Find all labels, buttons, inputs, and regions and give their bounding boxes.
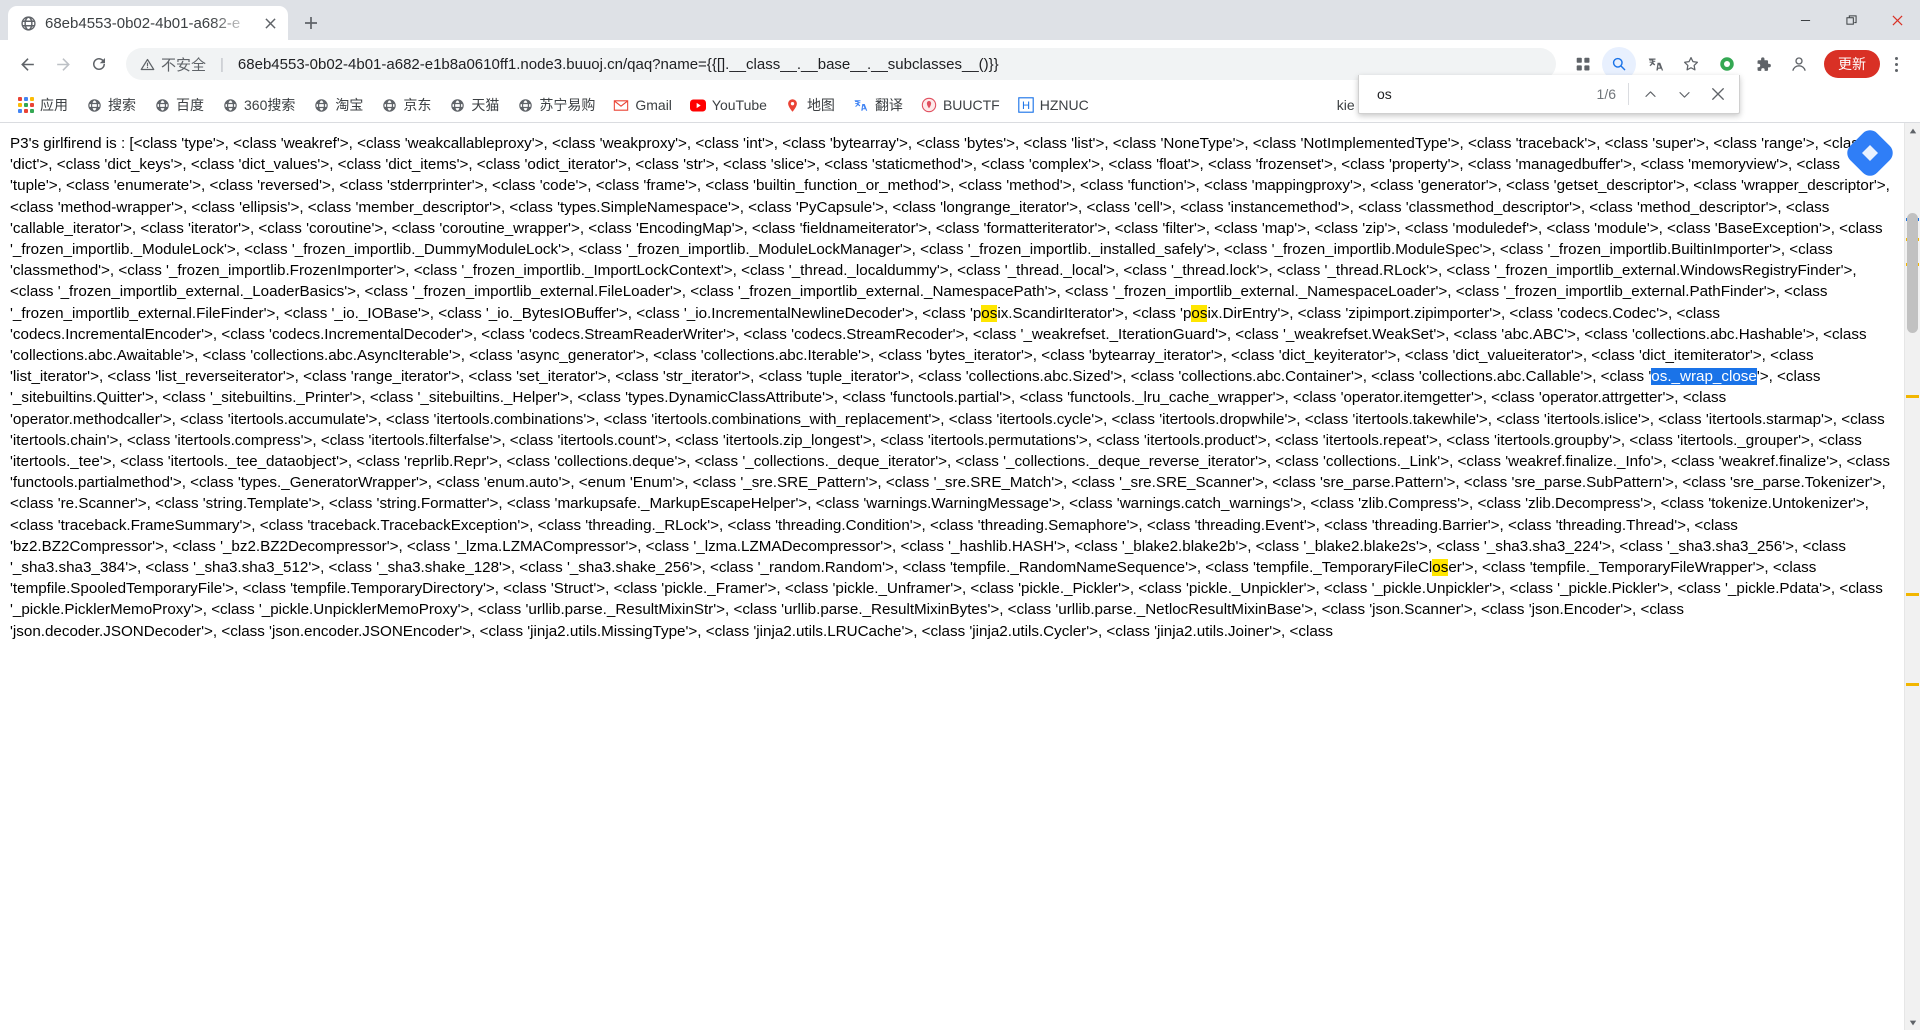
apps-grid-icon xyxy=(18,97,34,113)
extensions-puzzle-icon[interactable] xyxy=(1746,47,1780,81)
find-tickmark xyxy=(1906,593,1919,596)
page-float-widget-icon[interactable] xyxy=(1844,127,1896,179)
bookmark-label: 天猫 xyxy=(471,97,500,113)
find-bar: 1/6 xyxy=(1358,75,1740,114)
window-controls xyxy=(1782,0,1920,40)
bookmark-label: 百度 xyxy=(176,97,204,113)
page-content: P3's girlfirend is : [<class 'type'>, <c… xyxy=(0,123,1904,1030)
svg-text:H: H xyxy=(1022,100,1030,112)
find-tickmark xyxy=(1906,395,1919,398)
not-secure-indicator[interactable]: 不安全 xyxy=(140,54,206,75)
maps-icon xyxy=(785,97,801,113)
globe-icon xyxy=(20,15,37,32)
close-icon[interactable] xyxy=(260,13,280,33)
page-scrollbar[interactable] xyxy=(1904,123,1920,1030)
bookmark-label: YouTube xyxy=(711,97,767,113)
globe-icon xyxy=(449,97,465,113)
omnibox-divider: | xyxy=(220,55,224,73)
bookmark-label: 苏宁易购 xyxy=(539,97,596,113)
bookmark-label: 360搜索 xyxy=(244,97,296,113)
chevron-up-icon xyxy=(1644,90,1656,97)
globe-icon xyxy=(381,97,397,113)
bookmark-item-youtube[interactable]: YouTube xyxy=(682,93,775,117)
browser-window: 68eb4553-0b02-4b01-a682-e 不安全 | 68eb4553… xyxy=(0,0,1920,1030)
profile-avatar-icon[interactable] xyxy=(1782,47,1816,81)
globe-icon xyxy=(154,97,170,113)
scroll-up-arrow-icon[interactable] xyxy=(1905,123,1920,138)
bookmark-item-buuctf[interactable]: BUUCTF xyxy=(913,93,1008,117)
kebab-dot xyxy=(1894,56,1898,60)
bookmark-item[interactable]: 360搜索 xyxy=(214,91,303,119)
bookmark-label: Gmail xyxy=(635,97,672,113)
find-previous-button[interactable] xyxy=(1633,77,1667,111)
bookmark-label: kie xyxy=(1336,97,1355,113)
bookmark-label: 翻译 xyxy=(874,97,903,113)
update-button[interactable]: 更新 xyxy=(1824,50,1880,78)
find-next-button[interactable] xyxy=(1667,77,1701,111)
bookmark-item-translate[interactable]: 翻译 xyxy=(845,91,911,119)
bookmark-item[interactable]: 淘宝 xyxy=(305,91,371,119)
url-text: 68eb4553-0b02-4b01-a682-e1b8a0610ff1.nod… xyxy=(237,55,999,73)
new-tab-button[interactable] xyxy=(296,8,326,38)
scroll-down-arrow-icon[interactable] xyxy=(1905,1015,1920,1030)
close-window-button[interactable] xyxy=(1874,0,1920,40)
scrollbar-thumb[interactable] xyxy=(1907,213,1918,333)
security-text: 不安全 xyxy=(161,56,207,74)
update-label: 更新 xyxy=(1838,56,1866,72)
bookmark-label: HZNUC xyxy=(1039,97,1089,113)
find-match: os xyxy=(1191,304,1208,322)
bookmark-label: 京东 xyxy=(403,97,432,113)
globe-icon xyxy=(517,97,533,113)
browser-tab[interactable]: 68eb4553-0b02-4b01-a682-e xyxy=(8,6,288,40)
youtube-icon xyxy=(689,97,706,113)
bookmark-label: 淘宝 xyxy=(335,97,364,113)
tab-strip: 68eb4553-0b02-4b01-a682-e xyxy=(0,0,1920,40)
bookmark-label: 搜索 xyxy=(108,97,136,113)
warning-triangle-icon xyxy=(140,58,155,70)
bookmark-label: BUUCTF xyxy=(942,97,1000,113)
find-tickmark xyxy=(1906,683,1919,686)
bookmark-item[interactable]: 百度 xyxy=(146,91,212,119)
page-text: P3's girlfirend is : [<class 'type'>, <c… xyxy=(10,135,1890,640)
bookmark-item-maps[interactable]: 地图 xyxy=(777,91,843,119)
maximize-button[interactable] xyxy=(1828,0,1874,40)
find-close-button[interactable] xyxy=(1701,77,1735,111)
minimize-button[interactable] xyxy=(1782,0,1828,40)
translate-icon xyxy=(853,97,869,113)
bookmark-item-gmail[interactable]: Gmail xyxy=(605,93,680,117)
bookmark-label: 应用 xyxy=(40,97,68,113)
chrome-menu-button[interactable] xyxy=(1882,47,1910,81)
bookmark-item[interactable]: 天猫 xyxy=(441,91,507,119)
find-match-counter: 1/6 xyxy=(1596,86,1616,102)
find-input[interactable] xyxy=(1375,85,1597,103)
close-icon xyxy=(1712,88,1724,100)
bookmark-item[interactable]: 苏宁易购 xyxy=(509,91,603,119)
find-match: os xyxy=(981,304,998,322)
chevron-down-icon xyxy=(1678,91,1690,98)
kebab-dot xyxy=(1894,62,1898,66)
find-active-match: os._wrap_close xyxy=(1651,368,1757,386)
h-icon: H xyxy=(1017,97,1034,113)
page-viewport: P3's girlfirend is : [<class 'type'>, <c… xyxy=(0,123,1920,1030)
bookmark-item[interactable]: 搜索 xyxy=(78,91,144,119)
find-match: os xyxy=(1432,559,1449,577)
reload-button[interactable] xyxy=(82,47,116,81)
bookmark-item-hznuc[interactable]: H HZNUC xyxy=(1010,93,1097,117)
kebab-dot xyxy=(1894,68,1898,72)
back-button[interactable] xyxy=(10,47,44,81)
globe-icon xyxy=(86,97,102,113)
bookmark-item[interactable]: 京东 xyxy=(373,91,439,119)
globe-icon xyxy=(222,97,238,113)
gmail-icon xyxy=(613,97,629,113)
address-bar[interactable]: 不安全 | 68eb4553-0b02-4b01-a682-e1b8a0610f… xyxy=(126,48,1556,80)
find-divider xyxy=(1628,83,1629,105)
buuctf-icon xyxy=(921,97,937,113)
forward-button[interactable] xyxy=(46,47,80,81)
bookmark-apps[interactable]: 应用 xyxy=(10,91,76,119)
globe-icon xyxy=(313,97,329,113)
tab-title: 68eb4553-0b02-4b01-a682-e xyxy=(45,14,241,32)
bookmark-label: 地图 xyxy=(806,97,835,113)
